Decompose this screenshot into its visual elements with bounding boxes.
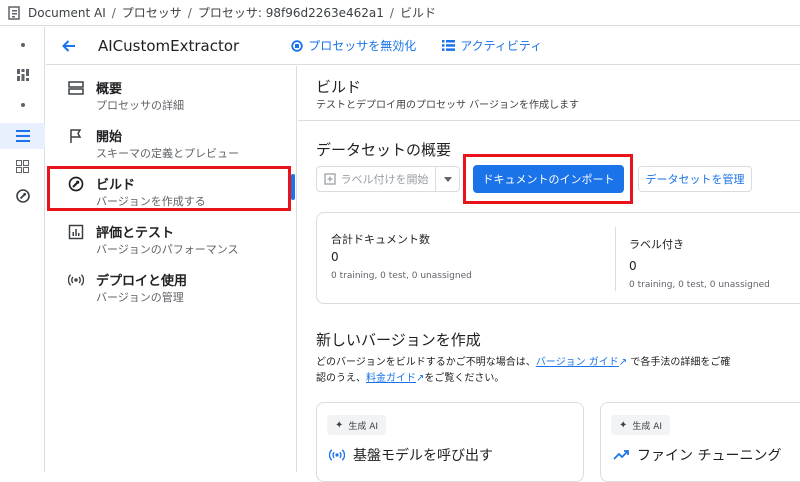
chart-icon bbox=[68, 224, 84, 240]
sparkle-icon: ✦ bbox=[335, 419, 344, 431]
nav-item-overview[interactable]: 概要 プロセッサの詳細 bbox=[46, 72, 297, 120]
document-ai-logo-icon bbox=[8, 5, 20, 20]
nav-item-subtitle: プロセッサの詳細 bbox=[96, 99, 184, 112]
dashboard-icon bbox=[16, 69, 29, 81]
description-text: で各手法の詳細をご確 bbox=[627, 357, 731, 368]
foundation-model-card[interactable]: ✦ 生成 AI 基盤モデルを呼び出す bbox=[316, 402, 584, 482]
page-title: ビルド bbox=[316, 78, 362, 96]
label-add-icon bbox=[323, 173, 336, 185]
rail-item-build[interactable] bbox=[0, 183, 45, 209]
processor-name: AICustomExtractor bbox=[98, 36, 240, 55]
rail-item-dot[interactable] bbox=[0, 92, 45, 118]
dot-icon bbox=[20, 43, 25, 47]
activity-label: アクティビティ bbox=[460, 39, 543, 53]
nav-item-start[interactable]: 開始 スキーマの定義とプレビュー bbox=[46, 120, 297, 168]
start-labeling-dropdown[interactable] bbox=[436, 166, 460, 192]
card-title-text: 基盤モデルを呼び出す bbox=[353, 448, 493, 464]
breadcrumb: Document AI / プロセッサ / プロセッサ: 98f96d2263e… bbox=[0, 0, 800, 26]
deploy-icon bbox=[68, 274, 84, 286]
labeled-breakdown: 0 training, 0 test, 0 unassigned bbox=[629, 280, 770, 290]
processor-header: AICustomExtractor プロセッサを無効化 アクティビティ bbox=[46, 27, 800, 65]
total-documents-value: 0 bbox=[331, 250, 339, 264]
nav-item-title: デプロイと使用 bbox=[96, 274, 188, 289]
nav-item-title: 評価とテスト bbox=[96, 226, 175, 241]
total-documents-breakdown: 0 training, 0 test, 0 unassigned bbox=[331, 271, 472, 281]
nav-item-evaluate[interactable]: 評価とテスト バージョンのパフォーマンス bbox=[46, 216, 297, 264]
generative-ai-chip: ✦ 生成 AI bbox=[327, 415, 387, 435]
stats-divider bbox=[615, 227, 616, 291]
divider bbox=[298, 120, 800, 121]
flag-icon bbox=[70, 129, 82, 143]
breadcrumb-item-build: ビルド bbox=[399, 6, 436, 20]
broadcast-icon bbox=[329, 449, 345, 461]
disable-processor-button[interactable]: プロセッサを無効化 bbox=[291, 37, 416, 54]
breadcrumb-separator: / bbox=[187, 5, 192, 20]
back-arrow-icon[interactable] bbox=[60, 37, 78, 55]
description-text: をご覧ください。 bbox=[424, 373, 505, 384]
activity-button[interactable]: アクティビティ bbox=[442, 37, 542, 54]
overview-icon bbox=[68, 81, 84, 95]
start-labeling-label: ラベル付けを開始 bbox=[340, 173, 429, 186]
labeled-label: ラベル付き bbox=[629, 238, 684, 251]
description-text: 認のうえ、 bbox=[316, 373, 366, 384]
breadcrumb-item-document-ai[interactable]: Document AI bbox=[28, 6, 106, 20]
labeled-value: 0 bbox=[629, 259, 637, 273]
card-title: ファイン チューニング bbox=[613, 445, 781, 465]
create-version-title: 新しいバージョンを作成 bbox=[316, 331, 481, 349]
caret-down-icon bbox=[443, 176, 452, 182]
nav-item-deploy[interactable]: デプロイと使用 バージョンの管理 bbox=[46, 264, 297, 312]
page-subtitle: テストとデプロイ用のプロセッサ バージョンを作成します bbox=[316, 100, 579, 111]
processor-nav: 概要 プロセッサの詳細 開始 スキーマの定義とプレビュー ビルド バージョンを作… bbox=[46, 66, 297, 472]
nav-item-title: 開始 bbox=[96, 130, 123, 145]
card-title: 基盤モデルを呼び出す bbox=[329, 445, 493, 465]
nav-item-subtitle: スキーマの定義とプレビュー bbox=[96, 147, 239, 160]
nav-active-indicator bbox=[291, 174, 295, 200]
disable-circle-icon bbox=[291, 39, 303, 52]
disable-processor-label: プロセッサを無効化 bbox=[308, 39, 417, 53]
sparkle-icon: ✦ bbox=[619, 419, 628, 431]
external-link-icon: ↗ bbox=[618, 357, 628, 368]
dataset-overview-title: データセットの概要 bbox=[316, 141, 452, 159]
generative-ai-chip: ✦ 生成 AI bbox=[611, 415, 671, 435]
chip-label: 生成 AI bbox=[632, 421, 663, 432]
breadcrumb-item-processors[interactable]: プロセッサ bbox=[122, 4, 182, 21]
dot-icon bbox=[20, 103, 25, 107]
rail-item-processors[interactable] bbox=[0, 123, 45, 149]
create-version-description: どのバージョンをビルドするかご不明な場合は、バージョン ガイド↗ で各手法の詳細… bbox=[316, 355, 776, 387]
version-guide-link[interactable]: バージョン ガイド bbox=[536, 357, 619, 368]
start-labeling-button[interactable]: ラベル付けを開始 bbox=[316, 166, 436, 192]
total-documents-label: 合計ドキュメント数 bbox=[331, 233, 430, 246]
wrench-circle-icon bbox=[15, 189, 30, 203]
breadcrumb-separator: / bbox=[389, 5, 394, 20]
main-content: ビルド テストとデプロイ用のプロセッサ バージョンを作成します データセットの概… bbox=[298, 66, 800, 482]
processor-list-icon bbox=[15, 130, 30, 142]
breadcrumb-item-processor[interactable]: プロセッサ: 98f96d2263e462a1 bbox=[198, 4, 384, 21]
nav-item-subtitle: バージョンの管理 bbox=[96, 291, 184, 304]
apps-grid-icon bbox=[16, 159, 29, 173]
build-highlight-box bbox=[47, 166, 291, 211]
activity-list-icon bbox=[442, 40, 456, 51]
fine-tuning-card[interactable]: ✦ 生成 AI ファイン チューニング bbox=[600, 402, 800, 482]
nav-item-title: 概要 bbox=[96, 82, 123, 97]
description-text: どのバージョンをビルドするかご不明な場合は、 bbox=[316, 357, 536, 368]
rail-item-dashboard[interactable] bbox=[0, 62, 45, 88]
icon-rail bbox=[0, 27, 45, 472]
nav-item-subtitle: バージョンのパフォーマンス bbox=[96, 243, 239, 256]
manage-dataset-button[interactable]: データセットを管理 bbox=[638, 166, 752, 192]
import-highlight-box bbox=[463, 154, 633, 204]
card-title-text: ファイン チューニング bbox=[637, 448, 782, 464]
breadcrumb-separator: / bbox=[111, 5, 116, 20]
dataset-stats-card: 合計ドキュメント数 0 0 training, 0 test, 0 unassi… bbox=[316, 212, 800, 304]
trending-up-icon bbox=[613, 450, 629, 460]
rail-item-dot[interactable] bbox=[0, 32, 45, 58]
chip-label: 生成 AI bbox=[348, 421, 379, 432]
rail-item-apps[interactable] bbox=[0, 153, 45, 179]
pricing-guide-link[interactable]: 料金ガイド bbox=[366, 373, 416, 384]
